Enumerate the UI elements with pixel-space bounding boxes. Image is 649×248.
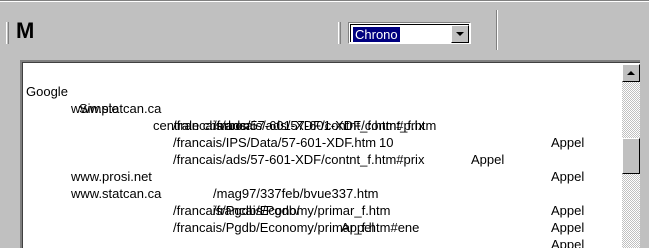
chevron-down-icon <box>456 32 464 36</box>
list-item[interactable]: /francais/Pgdb/Economy/primar_f.htm Appe… <box>26 185 606 235</box>
list-item[interactable]: www.statcan.ca /francais/Pgdb/ Appel <box>26 168 606 235</box>
left-margin <box>0 60 20 248</box>
toolbar-letter-label: M <box>16 18 36 43</box>
results-list-content: Google Simple centrale charbon 10 www.st… <box>22 62 640 248</box>
list-item[interactable]: /francais/IPS/Data/57-601-XDF.htm Appel <box>26 117 606 167</box>
combo-inner-frame: Chrono <box>350 24 469 43</box>
right-margin <box>640 60 649 248</box>
results-list[interactable]: Google Simple centrale charbon 10 www.st… <box>20 60 640 248</box>
arrow-up-icon <box>627 71 635 75</box>
url-path: /francais/Pgdb/Economy/primar_f.htm#ene <box>173 220 420 235</box>
toolbar-border-highlight <box>0 1 649 2</box>
list-item[interactable]: www.statcan.ca /francais/ads/57-601-XDF/… <box>26 83 606 133</box>
sort-combo-box[interactable]: Chrono <box>348 22 471 44</box>
list-item[interactable]: Google Simple centrale charbon 10 <box>26 66 606 150</box>
list-item[interactable]: /francais/Pgdb/Economy/primar_f.htm#ene … <box>26 202 606 248</box>
combo-dropdown-button[interactable] <box>451 25 469 43</box>
list-item[interactable]: www.prosi.net /mag97/337feb/bvue337.htm … <box>26 151 606 218</box>
list-item[interactable]: /francais/ads/57-601-XDF/contnt_f.htm#pr… <box>26 100 606 150</box>
scrollbar-thumb[interactable] <box>622 138 640 174</box>
combo-selected-value[interactable]: Chrono <box>353 27 400 42</box>
combo-grip-handle[interactable] <box>338 22 341 44</box>
toolbar: M Chrono <box>0 0 649 60</box>
toolbar-grip-handle[interactable] <box>6 22 9 44</box>
vertical-scrollbar[interactable] <box>622 64 640 248</box>
toolbar-separator-highlight <box>497 10 498 50</box>
action-label: Appel <box>551 220 585 235</box>
scroll-up-button[interactable] <box>622 64 640 82</box>
action-label: Appel <box>551 237 585 248</box>
list-item[interactable]: /francais/ads/57-601-XDF/contnt_f.htm#pr… <box>26 134 606 184</box>
